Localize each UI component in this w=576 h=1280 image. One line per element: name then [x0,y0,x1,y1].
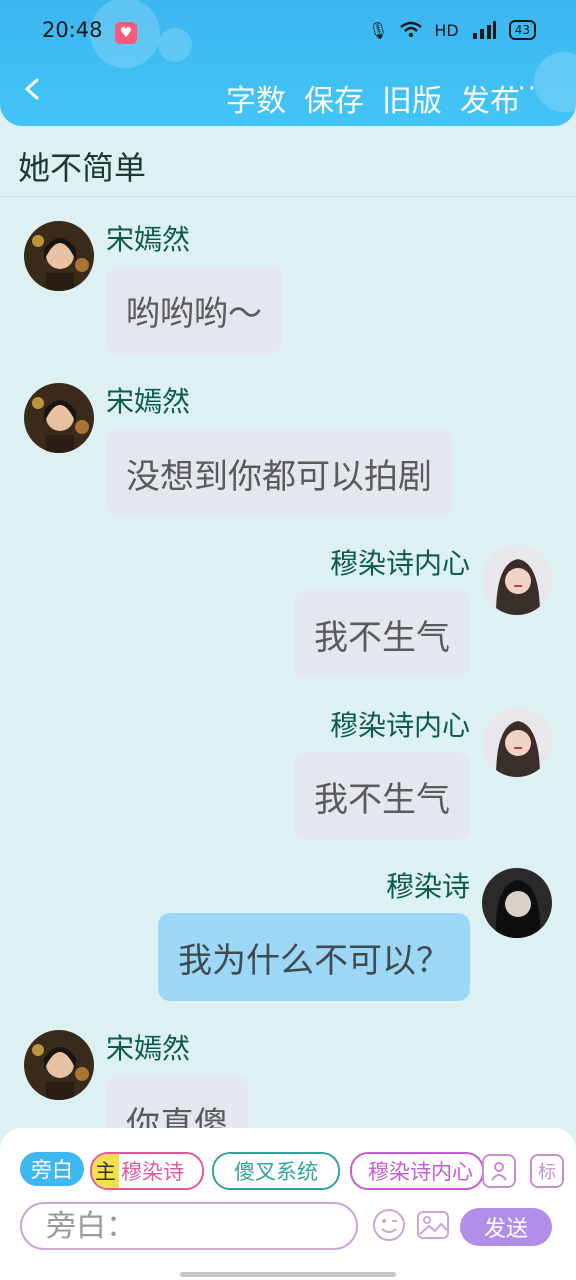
message-bubble[interactable]: 没想到你都可以拍剧 [106,429,452,517]
signal-icon [472,21,496,39]
composer-panel: 旁白 主 穆染诗 傻叉系统 穆染诗内心 标 发送 [0,1128,576,1280]
sender-name: 穆染诗内心 [329,709,470,742]
old-version-button[interactable]: 旧版 [382,76,442,120]
send-button[interactable]: 发送 [460,1208,552,1246]
avatar-song-yanran[interactable] [24,1030,94,1100]
more-options-icon[interactable]: ··· [507,74,538,104]
avatar-mu-ranshi[interactable] [482,868,552,938]
battery-indicator: 43 [508,20,536,40]
sender-name: 宋嫣然 [106,385,191,418]
emoji-icon[interactable] [372,1208,406,1242]
app-notification-icon: ♥ [115,22,137,44]
character-icon[interactable] [482,1154,516,1188]
top-bar: 20:48 ♥ 🎙 HD 43 字数 保存 旧版 发布 ··· [0,0,576,126]
divider [0,196,576,197]
role-chip-main[interactable]: 主 穆染诗 [90,1152,204,1190]
home-indicator [180,1272,396,1277]
avatar-song-yanran[interactable] [24,221,94,291]
status-icons: 🎙 HD 43 [368,20,536,40]
role-chip-system[interactable]: 傻叉系统 [212,1152,340,1190]
sender-name: 穆染诗 [385,870,470,903]
message-input[interactable] [44,1207,348,1245]
save-button[interactable]: 保存 [304,76,364,120]
decor-circle [158,28,192,62]
mic-icon: 🎙 [368,20,389,40]
tag-button[interactable]: 标 [530,1154,564,1188]
main-role-badge: 主 [92,1154,119,1188]
message-input-box[interactable] [20,1202,358,1250]
sender-name: 穆染诗内心 [329,547,470,580]
word-count-button[interactable]: 字数 [226,76,286,120]
message-bubble[interactable]: 我不生气 [294,752,470,840]
message-bubble[interactable]: 我不生气 [294,590,470,678]
avatar-mu-ranshi-inner[interactable] [482,707,552,777]
message-bubble[interactable]: 我为什么不可以？ [158,913,470,1001]
sender-name: 宋嫣然 [106,1032,191,1065]
avatar-song-yanran[interactable] [24,383,94,453]
nav-actions: 字数 保存 旧版 发布 [226,76,520,120]
avatar-mu-ranshi-inner[interactable] [482,545,552,615]
role-chip-narration[interactable]: 旁白 [20,1152,84,1186]
back-arrow-icon[interactable] [22,78,44,100]
page-title: 她不简单 [18,149,147,187]
wifi-icon [400,21,423,38]
role-chip-inner[interactable]: 穆染诗内心 [350,1152,484,1190]
status-time: 20:48 [42,18,103,42]
network-label: HD [434,20,459,40]
sender-name: 宋嫣然 [106,223,191,256]
message-bubble[interactable]: 哟哟哟～ [106,266,282,354]
decor-circle [534,52,576,112]
role-chip-label: 穆染诗 [121,1160,184,1184]
image-icon[interactable] [416,1208,450,1242]
